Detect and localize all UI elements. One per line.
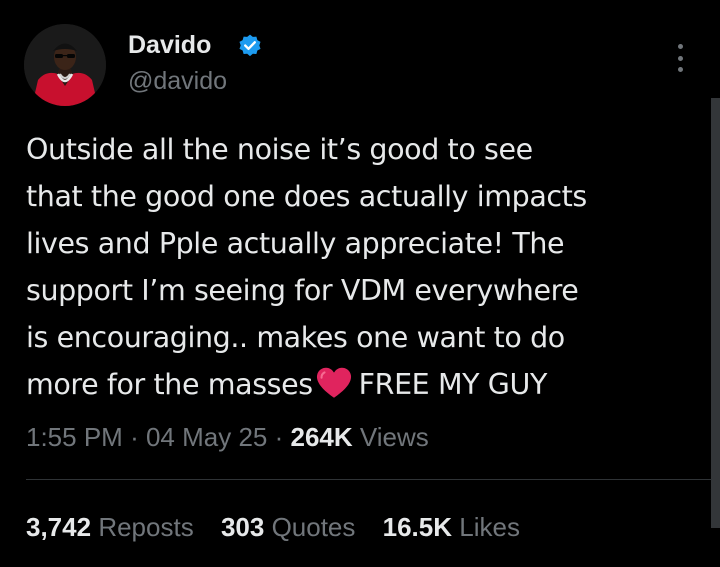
views-count: 264K bbox=[290, 422, 353, 452]
likes-count: 16.5K bbox=[382, 512, 453, 542]
likes-stat[interactable]: 16.5K Likes bbox=[383, 512, 520, 542]
meta-separator: · bbox=[274, 422, 284, 452]
more-dot-icon bbox=[677, 55, 683, 61]
more-dot-icon bbox=[677, 44, 683, 49]
quotes-count: 303 bbox=[220, 512, 265, 542]
tweet-text: Outside all the noise it’s good to see t… bbox=[26, 126, 706, 408]
tweet-date[interactable]: 04 May 25 bbox=[146, 422, 267, 452]
tweet-text-line: support I’m seeing for VDM everywhere bbox=[26, 274, 579, 307]
scrollbar[interactable] bbox=[711, 98, 720, 528]
tweet-text-segment: FREE MY GUY bbox=[358, 368, 548, 401]
engagement-stats: 3,742 Reposts 303 Quotes 16.5K Likes bbox=[26, 510, 540, 544]
meta-separator: · bbox=[130, 422, 139, 452]
red-heart-icon bbox=[316, 367, 351, 398]
reposts-stat[interactable]: 3,742 Reposts bbox=[26, 512, 201, 542]
tweet-text-line: Outside all the noise it’s good to see bbox=[26, 133, 533, 166]
quotes-label: Quotes bbox=[271, 512, 356, 542]
reposts-label: Reposts bbox=[98, 512, 194, 542]
tweet-text-segment: more for the masses bbox=[26, 368, 313, 401]
more-dot-icon bbox=[677, 67, 683, 72]
tweet-metadata: 1:55 PM · 04 May 25 · 264K Views bbox=[26, 420, 429, 454]
reposts-count: 3,742 bbox=[26, 512, 92, 542]
more-options-button[interactable] bbox=[668, 40, 692, 76]
tweet-text-last-line: more for the masses FREE MY GUY bbox=[26, 361, 706, 408]
likes-label: Likes bbox=[459, 512, 520, 542]
tweet-text-line: is encouraging.. makes one want to do bbox=[26, 321, 565, 354]
verified-badge-icon bbox=[239, 34, 261, 57]
divider bbox=[26, 479, 712, 480]
tweet-text-line: lives and Pple actually appreciate! The bbox=[26, 227, 565, 260]
tweet-text-line: that the good one does actually impacts bbox=[26, 180, 587, 213]
quotes-stat[interactable]: 303 Quotes bbox=[221, 512, 363, 542]
avatar-image bbox=[24, 24, 106, 106]
tweet-time[interactable]: 1:55 PM bbox=[26, 422, 123, 452]
tweet-card: Davido @davido Outside all the noise it’… bbox=[0, 0, 720, 567]
author-handle[interactable]: @davido bbox=[128, 66, 227, 96]
views-label: Views bbox=[359, 422, 429, 452]
author-name[interactable]: Davido bbox=[128, 30, 211, 60]
avatar[interactable] bbox=[24, 24, 106, 106]
